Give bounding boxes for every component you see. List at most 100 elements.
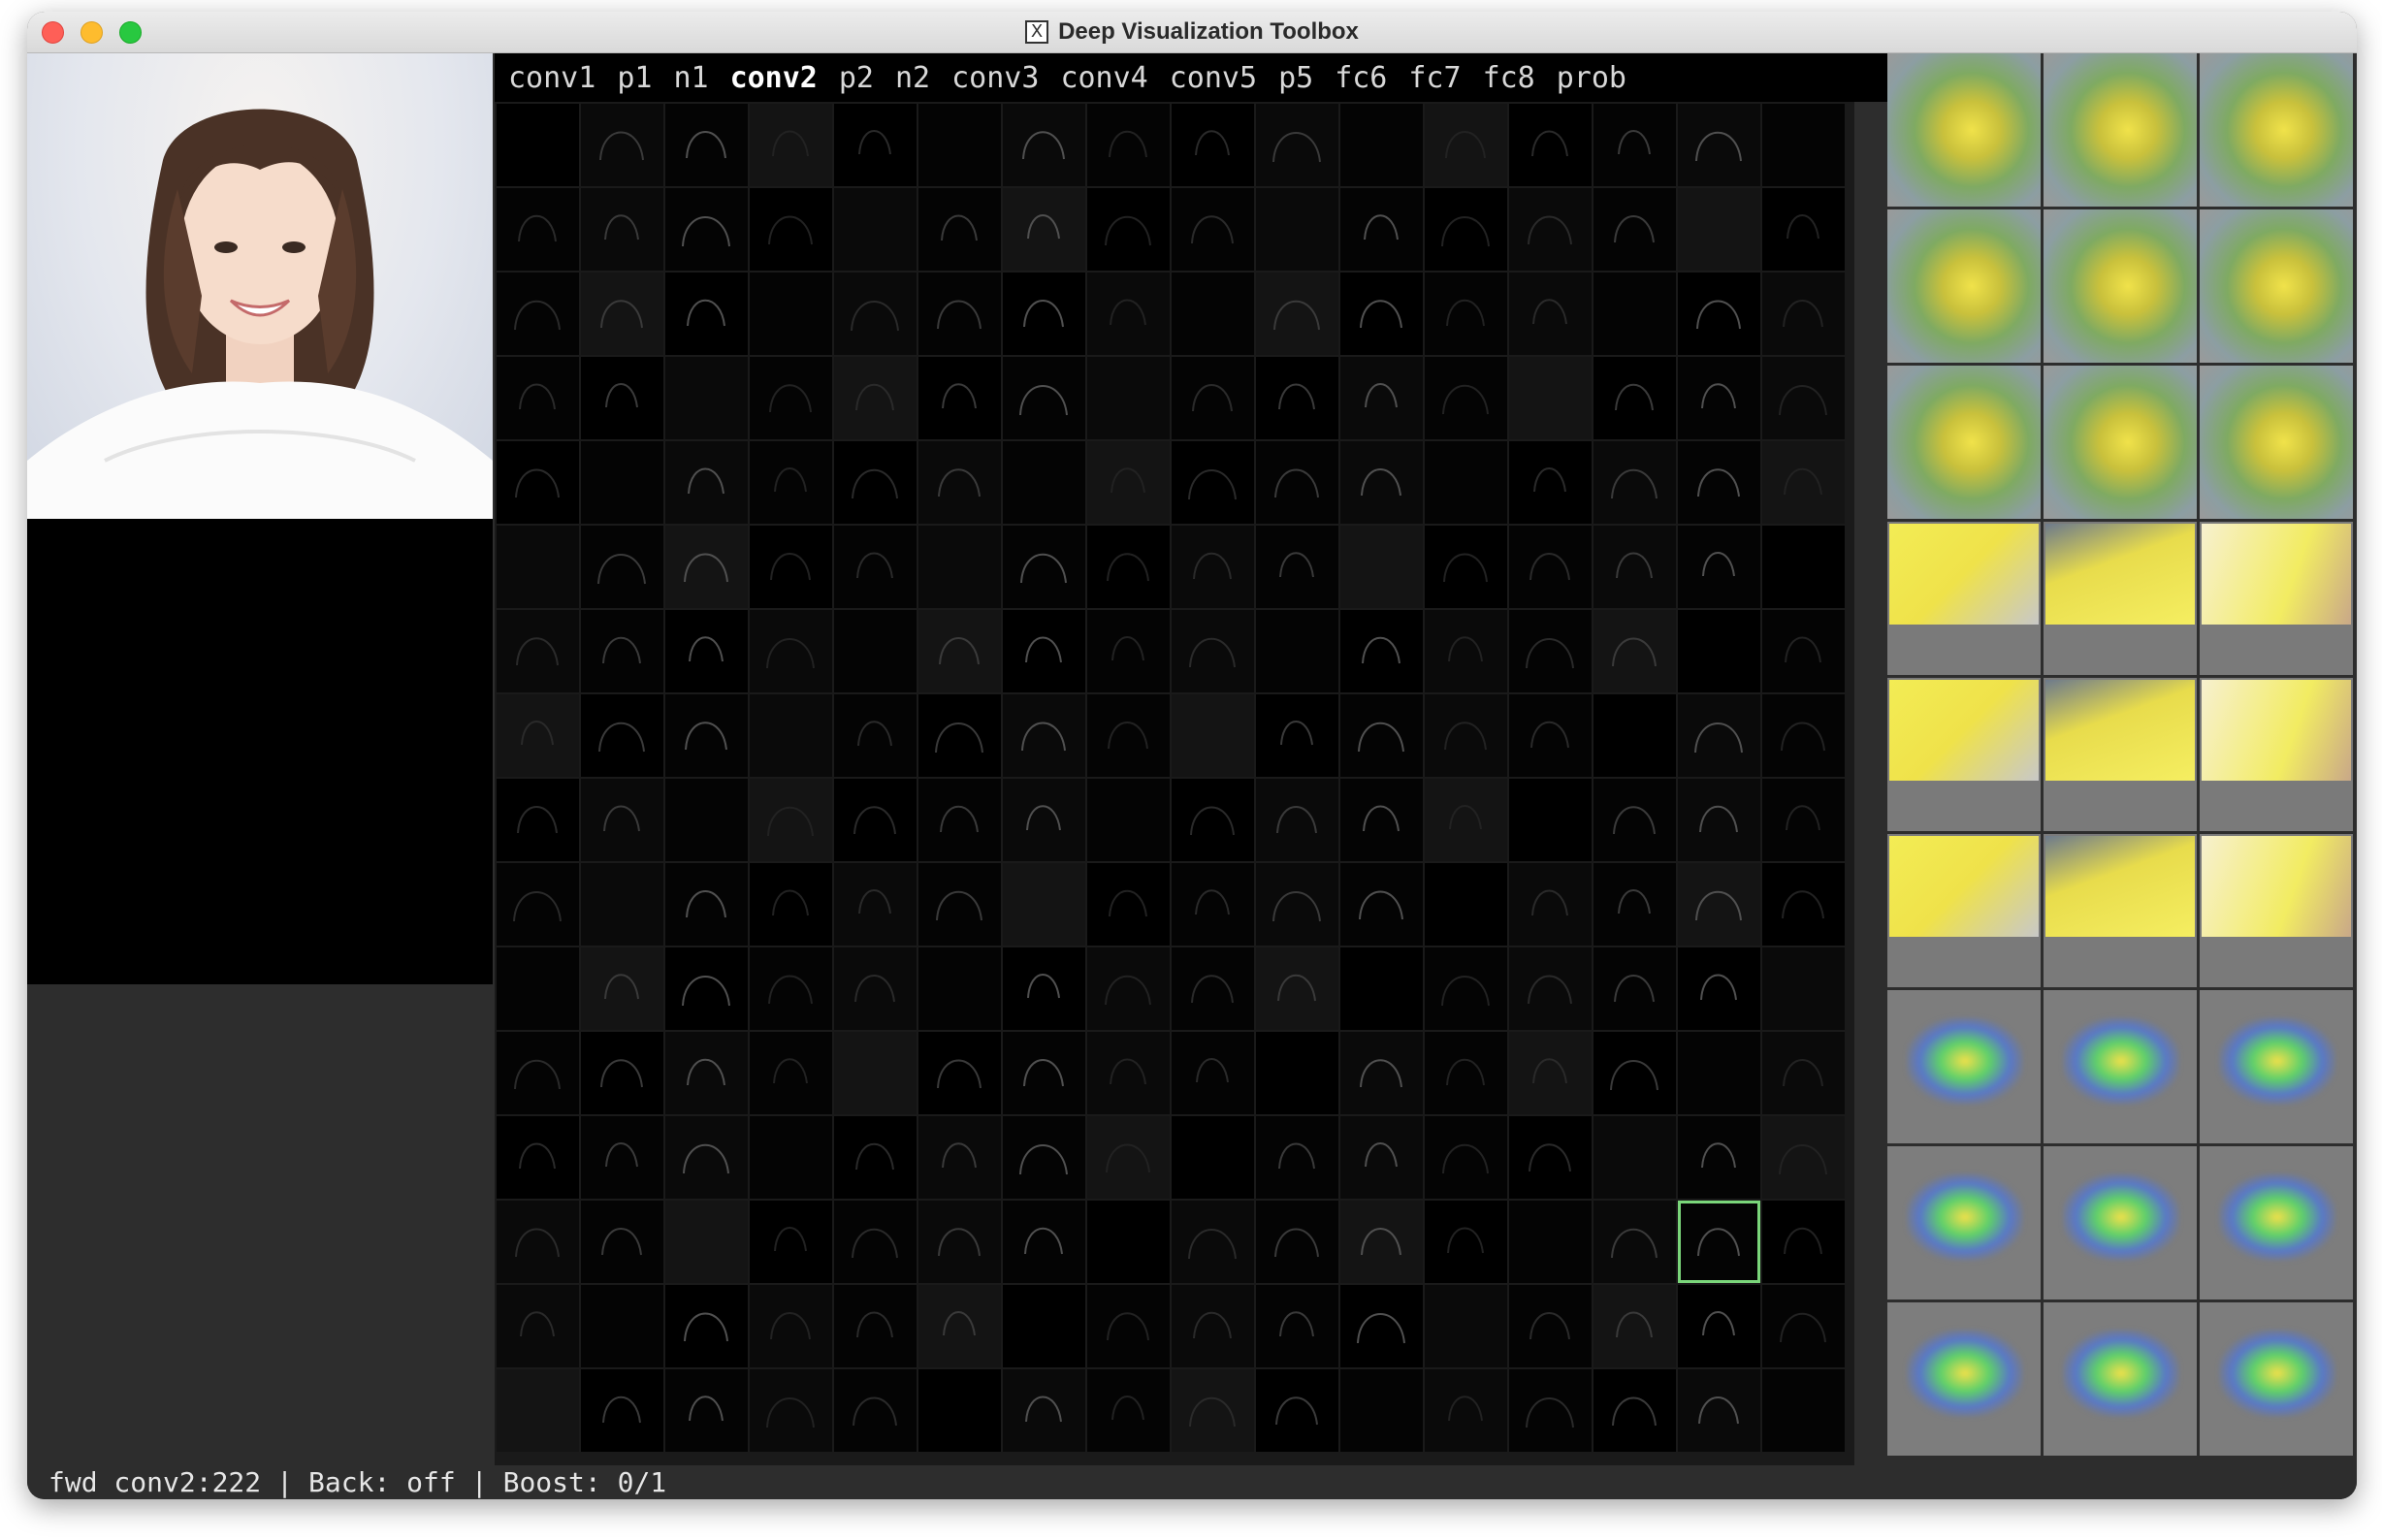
layer-tab-conv4[interactable]: conv4 bbox=[1060, 61, 1147, 95]
activation-cell[interactable] bbox=[918, 1201, 1001, 1283]
activation-cell[interactable] bbox=[1425, 104, 1507, 186]
activation-cell[interactable] bbox=[1087, 1116, 1170, 1199]
activation-cell[interactable] bbox=[1172, 357, 1254, 439]
activation-cell[interactable] bbox=[581, 526, 663, 608]
activation-cell[interactable] bbox=[1678, 947, 1760, 1030]
activation-cell[interactable] bbox=[1256, 1369, 1338, 1452]
activation-cell[interactable] bbox=[1593, 1116, 1676, 1199]
activation-cell[interactable] bbox=[750, 526, 832, 608]
activation-cell[interactable] bbox=[1003, 1369, 1085, 1452]
activation-cell[interactable] bbox=[1509, 694, 1592, 777]
activation-cell[interactable] bbox=[1340, 1116, 1423, 1199]
activation-cell[interactable] bbox=[750, 1032, 832, 1114]
layer-tab-conv2[interactable]: conv2 bbox=[730, 61, 818, 95]
activation-cell[interactable] bbox=[1762, 1201, 1845, 1283]
activation-cell[interactable] bbox=[1593, 526, 1676, 608]
activation-cell[interactable] bbox=[834, 863, 917, 946]
activation-cell[interactable] bbox=[1509, 1285, 1592, 1367]
activation-cell[interactable] bbox=[1087, 1285, 1170, 1367]
activation-cell[interactable] bbox=[581, 1369, 663, 1452]
activation-cell[interactable] bbox=[1172, 441, 1254, 524]
activation-cell[interactable] bbox=[1593, 947, 1676, 1030]
activation-cell[interactable] bbox=[1256, 694, 1338, 777]
activation-cell[interactable] bbox=[918, 441, 1001, 524]
activation-cell[interactable] bbox=[1678, 273, 1760, 355]
layer-tab-p2[interactable]: p2 bbox=[839, 61, 874, 95]
activation-cell[interactable] bbox=[1087, 947, 1170, 1030]
activation-cell[interactable] bbox=[1593, 863, 1676, 946]
activation-cell[interactable] bbox=[581, 357, 663, 439]
activation-cell[interactable] bbox=[1678, 1032, 1760, 1114]
activation-cell[interactable] bbox=[834, 357, 917, 439]
activation-cell[interactable] bbox=[1003, 188, 1085, 271]
activation-cell[interactable] bbox=[1172, 273, 1254, 355]
activation-cell[interactable] bbox=[1172, 188, 1254, 271]
activation-cell[interactable] bbox=[1340, 863, 1423, 946]
activation-cell[interactable] bbox=[1509, 1032, 1592, 1114]
activation-cell[interactable] bbox=[1425, 863, 1507, 946]
activation-cell[interactable] bbox=[1762, 357, 1845, 439]
activation-cell[interactable] bbox=[497, 779, 579, 861]
activation-cell[interactable] bbox=[1340, 104, 1423, 186]
activation-cell[interactable] bbox=[1256, 1201, 1338, 1283]
activation-cell[interactable] bbox=[497, 357, 579, 439]
activation-cell[interactable] bbox=[1678, 863, 1760, 946]
activation-cell[interactable] bbox=[497, 1285, 579, 1367]
activation-cell[interactable] bbox=[497, 610, 579, 692]
activation-cell[interactable] bbox=[1593, 1032, 1676, 1114]
activation-cell[interactable] bbox=[918, 1032, 1001, 1114]
activation-cell[interactable] bbox=[497, 104, 579, 186]
activation-cell[interactable] bbox=[1762, 779, 1845, 861]
activation-cell[interactable] bbox=[1762, 863, 1845, 946]
activation-cell[interactable] bbox=[1593, 104, 1676, 186]
activation-cell[interactable] bbox=[1256, 357, 1338, 439]
activation-cell[interactable] bbox=[1087, 863, 1170, 946]
activation-cell[interactable] bbox=[1509, 610, 1592, 692]
activation-cell[interactable] bbox=[918, 273, 1001, 355]
activation-cell[interactable] bbox=[1256, 441, 1338, 524]
activation-cell[interactable] bbox=[665, 1116, 748, 1199]
layer-tab-conv5[interactable]: conv5 bbox=[1170, 61, 1257, 95]
activation-cell[interactable] bbox=[1593, 610, 1676, 692]
activation-cell[interactable] bbox=[918, 357, 1001, 439]
activation-cell[interactable] bbox=[1509, 441, 1592, 524]
activation-cell[interactable] bbox=[1509, 1116, 1592, 1199]
activation-cell[interactable] bbox=[1256, 610, 1338, 692]
activation-cell[interactable] bbox=[665, 357, 748, 439]
layer-tab-conv3[interactable]: conv3 bbox=[951, 61, 1039, 95]
activation-cell[interactable] bbox=[1678, 1201, 1760, 1283]
activation-cell[interactable] bbox=[1678, 526, 1760, 608]
activation-cell[interactable] bbox=[1340, 357, 1423, 439]
activation-cell[interactable] bbox=[918, 104, 1001, 186]
activation-cell[interactable] bbox=[1425, 947, 1507, 1030]
activation-cell[interactable] bbox=[1678, 1285, 1760, 1367]
activation-cell[interactable] bbox=[918, 610, 1001, 692]
activation-cell[interactable] bbox=[497, 1201, 579, 1283]
activation-cell[interactable] bbox=[1509, 104, 1592, 186]
activation-cell[interactable] bbox=[1340, 1032, 1423, 1114]
activation-cell[interactable] bbox=[1256, 188, 1338, 271]
activation-cell[interactable] bbox=[1003, 273, 1085, 355]
activation-cell[interactable] bbox=[1678, 357, 1760, 439]
layer-tab-fc6[interactable]: fc6 bbox=[1335, 61, 1387, 95]
activation-cell[interactable] bbox=[1425, 526, 1507, 608]
layer-tab-fc8[interactable]: fc8 bbox=[1483, 61, 1535, 95]
layer-tab-p5[interactable]: p5 bbox=[1278, 61, 1313, 95]
activation-cell[interactable] bbox=[581, 104, 663, 186]
activation-cell[interactable] bbox=[1678, 441, 1760, 524]
activation-cell[interactable] bbox=[750, 1369, 832, 1452]
activation-cell[interactable] bbox=[581, 1116, 663, 1199]
activation-cell[interactable] bbox=[1340, 273, 1423, 355]
activation-cell[interactable] bbox=[918, 863, 1001, 946]
activation-cell[interactable] bbox=[750, 1116, 832, 1199]
activation-cell[interactable] bbox=[1256, 273, 1338, 355]
activation-cell[interactable] bbox=[834, 1032, 917, 1114]
activation-cell[interactable] bbox=[1087, 779, 1170, 861]
activation-cell[interactable] bbox=[1256, 863, 1338, 946]
activation-cell[interactable] bbox=[1762, 610, 1845, 692]
activation-cell[interactable] bbox=[1425, 1032, 1507, 1114]
activation-cell[interactable] bbox=[1678, 694, 1760, 777]
activation-cell[interactable] bbox=[1172, 779, 1254, 861]
activation-cell[interactable] bbox=[1172, 694, 1254, 777]
activation-cell[interactable] bbox=[1172, 1116, 1254, 1199]
